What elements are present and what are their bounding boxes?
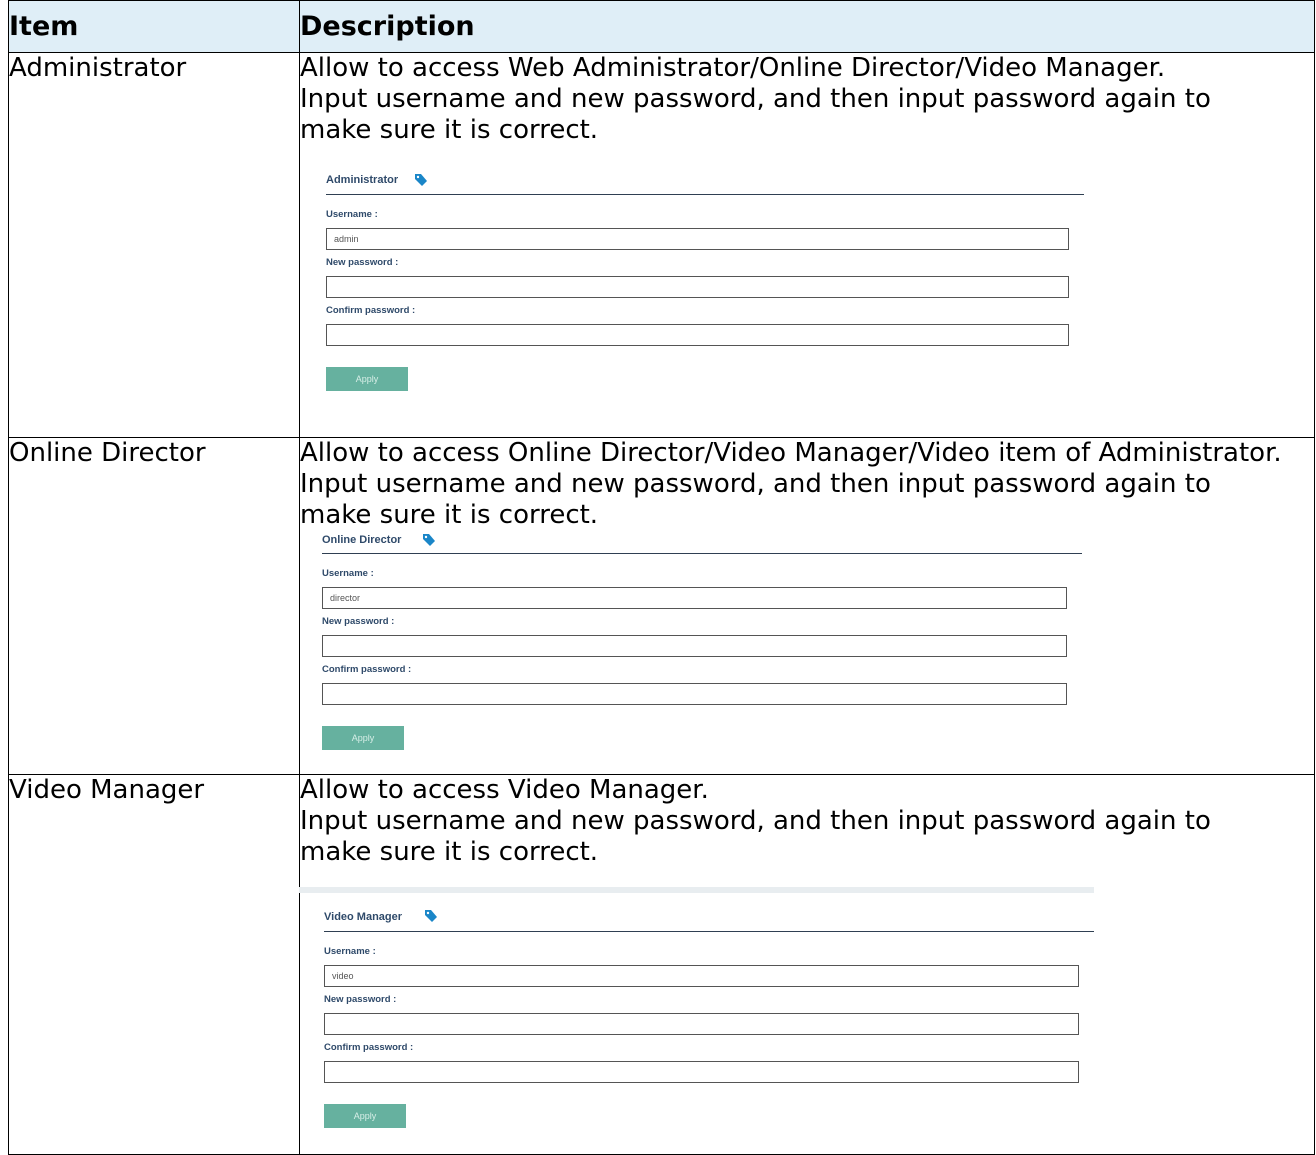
new-password-input[interactable] (322, 635, 1067, 657)
new-password-label: New password : (324, 994, 397, 1005)
item-cell: Online Director (8, 437, 300, 775)
form-title: Online Director (322, 534, 402, 546)
online-director-form: Online Director Username : director New … (300, 531, 1314, 771)
apply-button[interactable]: Apply (326, 367, 408, 391)
tag-icon (415, 174, 427, 186)
new-password-label: New password : (326, 257, 399, 268)
form-divider (324, 931, 1094, 932)
column-header-item: Item (8, 0, 300, 53)
new-password-input[interactable] (326, 276, 1069, 298)
form-divider (326, 194, 1084, 195)
description-line: make sure it is correct. (300, 837, 599, 867)
description-line: Allow to access Web Administrator/Online… (300, 53, 1166, 83)
form-title: Video Manager (324, 911, 403, 923)
settings-table: Item Description Administrator Allow to … (8, 0, 1315, 1155)
confirm-password-input[interactable] (324, 1061, 1079, 1083)
video-manager-form: Video Manager Username : video New passw… (299, 868, 1314, 1138)
form-top-bar (299, 887, 1094, 893)
confirm-password-input[interactable] (326, 324, 1069, 346)
username-label: Username : (324, 946, 376, 957)
username-input[interactable]: director (322, 587, 1067, 609)
apply-button[interactable]: Apply (322, 726, 404, 750)
confirm-password-label: Confirm password : (324, 1042, 414, 1053)
item-name: Video Manager (9, 775, 205, 805)
confirm-password-label: Confirm password : (326, 305, 416, 316)
description-line: make sure it is correct. (300, 500, 599, 530)
item-cell: Video Manager (8, 774, 300, 1155)
confirm-password-label: Confirm password : (322, 664, 412, 675)
description-line: Allow to access Video Manager. (300, 775, 709, 805)
column-header-description: Description (299, 0, 1315, 53)
table-row: Online Director Allow to access Online D… (8, 437, 1315, 775)
form-divider (322, 553, 1082, 554)
username-label: Username : (326, 209, 378, 220)
new-password-label: New password : (322, 616, 395, 627)
username-input[interactable]: video (324, 965, 1079, 987)
table-header-row: Item Description (8, 0, 1315, 53)
item-cell: Administrator (8, 52, 300, 438)
item-name: Administrator (9, 53, 187, 83)
username-input[interactable]: admin (326, 228, 1069, 250)
description-cell: Allow to access Video Manager. Input use… (299, 774, 1315, 1155)
item-name: Online Director (9, 438, 206, 468)
table-row: Video Manager Allow to access Video Mana… (8, 774, 1315, 1155)
tag-icon (423, 534, 435, 546)
description-cell: Allow to access Online Director/Video Ma… (299, 437, 1315, 775)
description-cell: Allow to access Web Administrator/Online… (299, 52, 1315, 438)
username-label: Username : (322, 568, 374, 579)
description-line: Allow to access Online Director/Video Ma… (300, 438, 1282, 468)
confirm-password-input[interactable] (322, 683, 1067, 705)
apply-button[interactable]: Apply (324, 1104, 406, 1128)
description-line: Input username and new password, and the… (300, 806, 1211, 836)
tag-icon (425, 910, 437, 922)
administrator-form: Administrator Username : admin New passw… (300, 146, 1314, 406)
description-line: Input username and new password, and the… (300, 469, 1211, 499)
form-title: Administrator (326, 174, 399, 186)
table-row: Administrator Allow to access Web Admini… (8, 52, 1315, 438)
new-password-input[interactable] (324, 1013, 1079, 1035)
description-line: Input username and new password, and the… (300, 84, 1211, 114)
description-line: make sure it is correct. (300, 115, 599, 145)
